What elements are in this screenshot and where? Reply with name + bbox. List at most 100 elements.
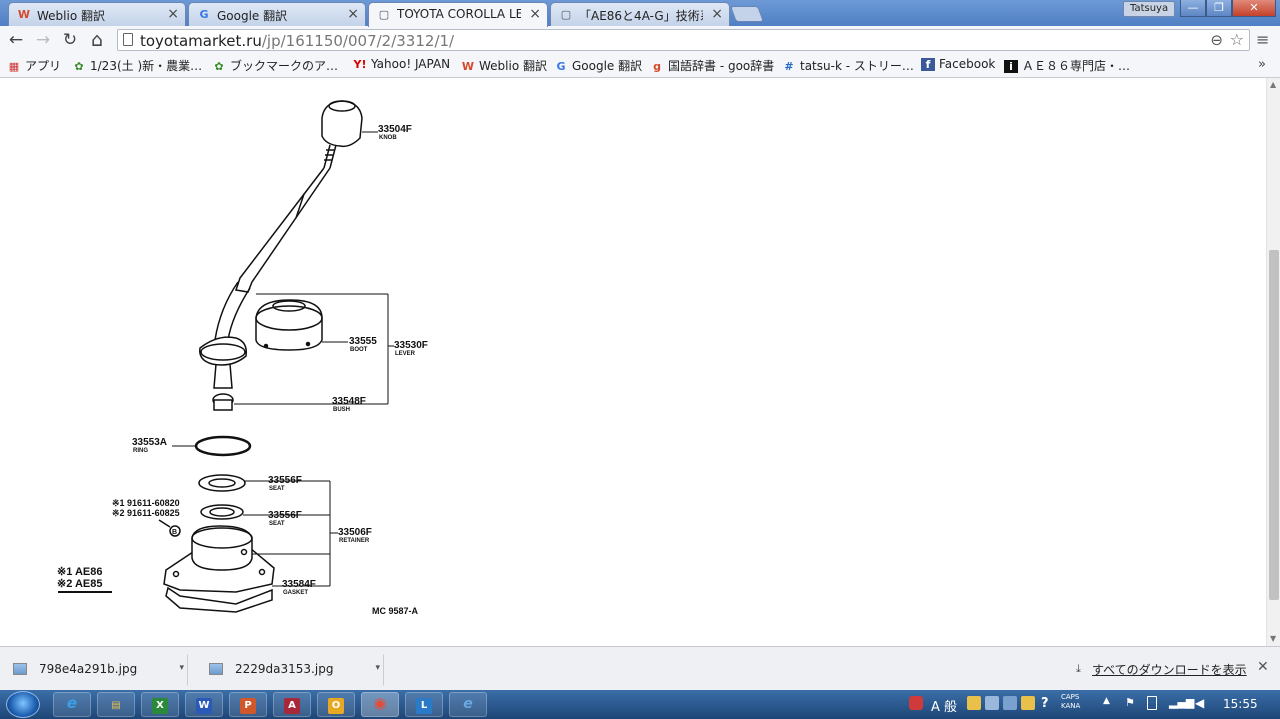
close-tab-icon[interactable]: × <box>711 6 723 22</box>
powerpoint-icon: P <box>240 698 256 714</box>
taskbar-powerpoint[interactable]: P <box>229 692 267 717</box>
close-window-button[interactable]: ✕ <box>1232 0 1276 17</box>
taskbar-excel[interactable]: X <box>141 692 179 717</box>
action-center-flag-icon[interactable]: ⚑ <box>1125 696 1135 709</box>
bookmark-label: ブックマークのア… <box>230 59 339 73</box>
part-name-label: BOOT <box>350 347 368 353</box>
volume-icon[interactable]: ◀ <box>1195 696 1204 710</box>
forward-button[interactable]: → <box>32 30 54 50</box>
tab-google-translate[interactable]: G Google 翻訳 × <box>188 2 366 26</box>
tab-weblio[interactable]: W Weblio 翻訳 × <box>8 2 186 26</box>
bookmark-item[interactable]: ✿ 1/23(土 )新・農業… <box>72 57 202 74</box>
vertical-scrollbar[interactable]: ▲ ▼ <box>1266 78 1280 646</box>
part-code-label: 33584F <box>282 579 316 590</box>
close-tab-icon[interactable]: × <box>347 6 359 22</box>
chevron-down-icon[interactable]: ▾ <box>179 663 184 673</box>
taskbar-lync[interactable]: L <box>405 692 443 717</box>
bookmark-item[interactable]: ✿ ブックマークのア… <box>212 57 338 74</box>
bookmark-goo-dictionary[interactable]: g 国語辞書 - goo辞書 <box>650 57 774 74</box>
bookmark-yahoo[interactable]: Y! Yahoo! JAPAN <box>353 57 451 71</box>
back-button[interactable]: ← <box>5 30 27 50</box>
taskbar-chrome[interactable]: ◉ <box>361 692 399 717</box>
scroll-thumb[interactable] <box>1269 250 1279 600</box>
zoom-icon[interactable]: ⊖ <box>1210 31 1223 49</box>
part-name-label: BUSH <box>333 407 350 413</box>
lync-icon: L <box>416 698 432 714</box>
bookmarks-overflow-button[interactable]: » <box>1258 57 1266 72</box>
profile-button[interactable]: Tatsuya <box>1123 1 1176 17</box>
ime-settings-icon[interactable] <box>1021 696 1035 710</box>
weblio-icon: W <box>17 8 31 21</box>
close-tab-icon[interactable]: × <box>529 6 541 22</box>
taskbar-access[interactable]: A <box>273 692 311 717</box>
download-arrow-icon: ⤓ <box>1076 662 1081 675</box>
downloads-bar: 798e4a291b.jpg ▾ 2229da3153.jpg ▾ ⤓ すべての… <box>0 646 1280 690</box>
new-tab-button[interactable] <box>730 6 764 22</box>
taskbar-clock[interactable]: 15:55 <box>1223 697 1258 711</box>
url-text[interactable]: toyotamarket.ru/jp/161150/007/2/3312/1/ <box>140 32 454 50</box>
ime-dictionary-icon[interactable] <box>985 696 999 710</box>
outlook-icon: O <box>328 698 344 714</box>
leaf-icon: ✿ <box>74 60 84 73</box>
caps-kana-indicator: CAPS KANA <box>1061 693 1080 711</box>
taskbar-outlook[interactable]: O <box>317 692 355 717</box>
tab-ae86-4ag[interactable]: ▢ 「AE86と4A-G」技術系 × <box>550 2 730 26</box>
bookmark-weblio[interactable]: W Weblio 翻訳 <box>461 57 547 74</box>
internet-explorer-icon: e <box>66 694 78 712</box>
show-all-downloads-link[interactable]: すべてのダウンロードを表示 <box>1092 661 1247 678</box>
page-icon: ▢ <box>378 8 390 21</box>
close-tab-icon[interactable]: × <box>167 6 179 22</box>
part-code-label: 33506F <box>338 527 372 538</box>
security-icon[interactable] <box>909 696 923 710</box>
scroll-down-arrow[interactable]: ▼ <box>1270 634 1276 643</box>
address-bar[interactable]: toyotamarket.ru/jp/161150/007/2/3312/1/ … <box>117 29 1250 51</box>
part-code-label: 33548F <box>332 396 366 407</box>
tab-label: 「AE86と4A-G」技術系 <box>579 9 703 23</box>
bookmark-facebook[interactable]: f Facebook <box>921 57 995 71</box>
bookmark-star-icon[interactable]: ☆ <box>1230 30 1244 49</box>
access-icon: A <box>284 698 300 714</box>
part-code-label: 33504F <box>378 124 412 135</box>
ime-tool-icon[interactable] <box>967 696 981 710</box>
maximize-button[interactable]: ❐ <box>1206 0 1232 17</box>
start-button[interactable] <box>6 691 40 718</box>
taskbar-ie-pinned[interactable]: e <box>449 692 487 717</box>
goo-icon: g <box>653 60 661 73</box>
ime-mode-indicator[interactable]: A 般 <box>931 696 957 715</box>
scroll-up-arrow[interactable]: ▲ <box>1270 80 1276 89</box>
bookmark-apps[interactable]: ▦ アプリ <box>7 57 61 74</box>
page-content: 33504F KNOB 33555 BOOT 33530F LEVER 3354… <box>0 78 1266 646</box>
bookmark-label: アプリ <box>25 59 62 73</box>
bookmark-tatsu-k[interactable]: # tatsu-k - ストリー… <box>782 57 913 74</box>
tab-toyota-corolla[interactable]: ▢ TOYOTA COROLLA LEVI × <box>368 2 548 27</box>
ime-pad-icon[interactable] <box>1003 696 1017 710</box>
bookmark-google-translate[interactable]: G Google 翻訳 <box>554 57 642 74</box>
bookmark-label: Google 翻訳 <box>572 59 643 73</box>
taskbar-word[interactable]: W <box>185 692 223 717</box>
part-code-label: 33556F <box>268 475 302 486</box>
bolt-code-1: ※1 91611-60820 <box>112 498 180 508</box>
kana-label: KANA <box>1061 702 1081 710</box>
taskbar-internet-explorer[interactable]: e <box>53 692 91 717</box>
bolt-marker-label: B <box>172 529 177 536</box>
home-button[interactable]: ⌂ <box>86 30 108 50</box>
show-hidden-icons-icon[interactable]: ▲ <box>1103 696 1110 706</box>
taskbar-file-explorer[interactable]: ▤ <box>97 692 135 717</box>
chrome-menu-icon[interactable]: ≡ <box>1256 30 1269 49</box>
close-downloads-bar-button[interactable]: ✕ <box>1257 659 1269 675</box>
help-icon[interactable]: ? <box>1041 696 1049 711</box>
part-code-label: 33530F <box>394 340 428 351</box>
chrome-icon: ◉ <box>373 694 387 712</box>
download-filename: 2229da3153.jpg <box>235 662 334 676</box>
bookmark-ae86-shop[interactable]: i ＡＥ８６専門店・… <box>1004 57 1130 74</box>
tab-label: Weblio 翻訳 <box>37 9 105 23</box>
reload-button[interactable]: ↻ <box>59 30 81 50</box>
battery-icon[interactable] <box>1147 696 1157 710</box>
minimize-button[interactable]: — <box>1180 0 1206 17</box>
image-file-icon <box>209 663 223 675</box>
download-item[interactable]: 2229da3153.jpg ▾ <box>196 654 384 686</box>
chevron-down-icon[interactable]: ▾ <box>375 663 380 673</box>
yahoo-icon: Y! <box>353 58 367 71</box>
network-signal-icon[interactable]: ▂▄▆ <box>1169 696 1194 709</box>
download-item[interactable]: 798e4a291b.jpg ▾ <box>0 654 188 686</box>
